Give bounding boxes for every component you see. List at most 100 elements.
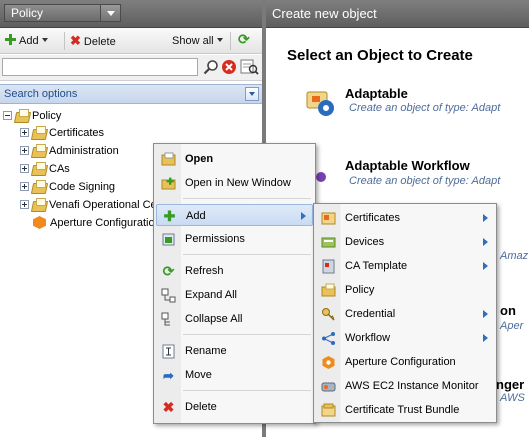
add-icon: ✚ (163, 208, 176, 224)
submenu-item-certificate-trust-bundle[interactable]: Certificate Trust Bundle (316, 399, 494, 421)
toolbar-divider (230, 32, 231, 50)
add-button[interactable]: Add (5, 33, 48, 49)
aperture-icon (33, 216, 46, 229)
submenu-item-aperture-configuration[interactable]: Aperture Configuration (316, 351, 494, 373)
tree-node-aperture-configuration[interactable]: Aperture Configuratio (33, 215, 155, 232)
aws-monitor-icon (321, 379, 336, 394)
submenu-item-aws-ec2-monitor[interactable]: AWS EC2 Instance Monitor (316, 375, 494, 397)
expand-toggle-icon[interactable] (20, 200, 29, 209)
collapse-toggle-icon[interactable] (3, 111, 12, 120)
menu-item-open[interactable]: Open (156, 148, 313, 170)
aperture-icon (321, 355, 336, 370)
tree-node-venafi-operational[interactable]: Venafi Operational Ce (20, 197, 157, 214)
submenu-item-ca-template[interactable]: CA Template (316, 255, 494, 277)
search-icon[interactable] (203, 59, 219, 75)
delete-button-label: Delete (83, 36, 116, 48)
submenu-item-certificates[interactable]: Certificates (316, 207, 494, 229)
menu-item-label: Credential (345, 308, 396, 320)
menu-item-expand-all[interactable]: Expand All (156, 284, 313, 306)
partial-text: AWS (500, 392, 525, 404)
expand-toggle-icon[interactable] (20, 146, 29, 155)
menu-item-label: Move (185, 369, 212, 381)
menu-item-refresh[interactable]: ⟳ Refresh (156, 260, 313, 282)
policy-folder-icon (31, 162, 46, 175)
partial-text: nger (496, 377, 525, 392)
expand-search-options-icon[interactable] (245, 87, 259, 101)
refresh-icon: ⟳ (162, 263, 175, 279)
tree-node-policy[interactable]: Policy (3, 108, 61, 125)
delete-button[interactable]: ✖ Delete (70, 33, 116, 49)
tree-node-certificates[interactable]: Certificates (20, 125, 104, 142)
menu-item-delete[interactable]: ✖ Delete (156, 396, 313, 418)
submenu-item-workflow[interactable]: Workflow (316, 327, 494, 349)
trust-bundle-icon (321, 403, 336, 418)
tree-node-label: Code Signing (49, 181, 116, 193)
policy-folder-icon (14, 109, 29, 122)
menu-item-rename[interactable]: Rename (156, 340, 313, 362)
advanced-search-icon[interactable] (240, 59, 259, 75)
submenu-item-devices[interactable]: Devices (316, 231, 494, 253)
menu-item-add[interactable]: ✚ Add (156, 204, 313, 226)
menu-item-label: Devices (345, 236, 385, 248)
menu-item-move[interactable]: ➦ Move (156, 364, 313, 386)
object-adaptable-workflow-title[interactable]: Adaptable Workflow (345, 158, 470, 173)
new-window-icon (161, 176, 176, 191)
policy-folder-icon (31, 198, 46, 211)
object-adaptable-workflow-subtitle: Create an object of type: Adapt (349, 175, 501, 187)
permissions-icon (161, 232, 176, 247)
tree-node-cas[interactable]: CAs (20, 161, 70, 178)
policy-select[interactable]: Policy (4, 4, 121, 22)
move-icon: ➦ (163, 368, 174, 383)
menu-separator (183, 390, 311, 391)
tree-node-administration[interactable]: Administration (20, 143, 119, 160)
tree-node-label: Venafi Operational Ce (49, 199, 157, 211)
add-button-label: Add (19, 35, 39, 47)
search-options-label: Search options (4, 88, 78, 100)
menu-item-open-new-window[interactable]: Open in New Window (156, 172, 313, 194)
menu-item-label: Add (186, 210, 206, 222)
tree-node-label: Policy (32, 110, 62, 122)
clear-search-icon[interactable] (221, 59, 237, 75)
add-icon (5, 34, 16, 45)
menu-item-collapse-all[interactable]: Collapse All (156, 308, 313, 330)
expand-toggle-icon[interactable] (20, 164, 29, 173)
submenu-arrow-icon (483, 262, 488, 270)
submenu-arrow-icon (483, 238, 488, 246)
object-adaptable-title[interactable]: Adaptable (345, 86, 408, 101)
submenu-item-credential[interactable]: Credential (316, 303, 494, 325)
menu-item-permissions[interactable]: Permissions (156, 228, 313, 250)
workflow-icon (321, 331, 336, 346)
menu-item-label: Aperture Configuration (345, 356, 456, 368)
expand-toggle-icon[interactable] (20, 182, 29, 191)
rename-icon (161, 344, 176, 359)
ca-template-icon (321, 259, 336, 274)
partial-text: Aper (500, 320, 524, 332)
show-all-label: Show all (172, 35, 214, 47)
menu-item-label: Expand All (185, 289, 237, 301)
menu-item-label: Collapse All (185, 313, 243, 325)
search-row (0, 55, 262, 81)
tree-node-label: Administration (49, 145, 119, 157)
adaptable-icon[interactable] (304, 86, 338, 120)
menu-item-label: Permissions (185, 233, 245, 245)
search-input[interactable] (2, 58, 198, 76)
credential-icon (321, 307, 336, 322)
menu-item-label: CA Template (345, 260, 408, 272)
workflow-icon (316, 172, 326, 182)
menu-item-label: Delete (185, 401, 217, 413)
refresh-icon[interactable]: ⟳ (238, 31, 250, 47)
expand-toggle-icon[interactable] (20, 128, 29, 137)
partial-text: Amaz (500, 250, 529, 262)
menu-item-label: Certificates (345, 212, 401, 224)
tree-node-label: Certificates (49, 127, 105, 139)
tree-node-label: Aperture Configuratio (50, 217, 155, 229)
tree-node-code-signing[interactable]: Code Signing (20, 179, 115, 196)
search-options-bar[interactable]: Search options (0, 84, 262, 104)
toolbar-divider (64, 32, 65, 50)
show-all-button[interactable]: Show all (172, 33, 223, 49)
menu-item-label: Open in New Window (185, 177, 291, 189)
chevron-down-icon[interactable] (100, 5, 120, 21)
submenu-item-policy[interactable]: Policy (316, 279, 494, 301)
menu-item-label: Policy (345, 284, 375, 296)
context-menu: Open Open in New Window ✚ Add Permission… (153, 143, 316, 424)
